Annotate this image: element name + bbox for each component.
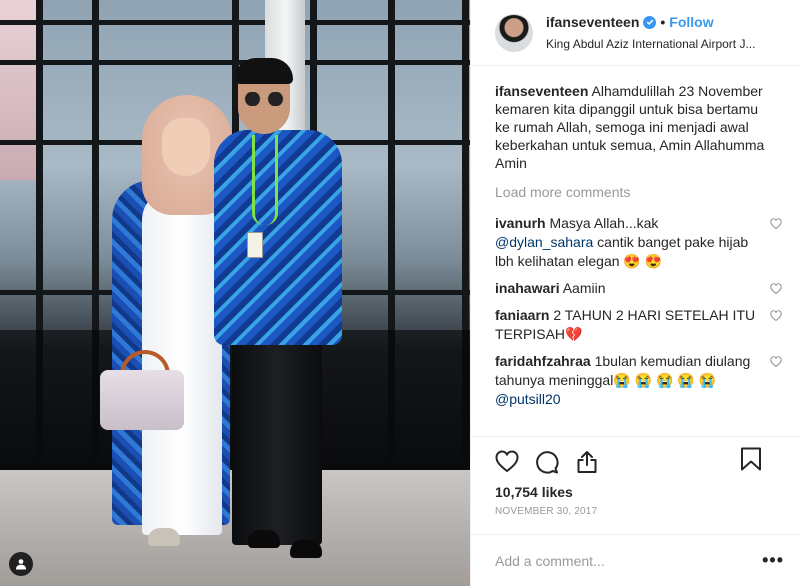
shoe	[290, 540, 322, 558]
like-count[interactable]: 10,754 likes	[471, 478, 800, 502]
verified-badge-icon	[643, 15, 657, 29]
comment-mention[interactable]: @dylan_sahara	[495, 234, 593, 250]
comment-item: faridahfzahraa 1bulan kemudian diulang t…	[495, 352, 784, 409]
man-figure	[214, 130, 342, 345]
comment-username[interactable]: ivanurh	[495, 215, 546, 231]
user-tag-icon	[16, 559, 26, 570]
separator-dot: •	[660, 14, 666, 30]
comment-item: faniaarn 2 TAHUN 2 HARI SETELAH ITU TERP…	[495, 306, 784, 344]
post-header: ifanseventeen • Follow King Abdul Aziz I…	[471, 0, 800, 66]
man-trousers	[232, 330, 322, 545]
shoe	[248, 530, 280, 548]
comments-list: ifanseventeen Alhamdulillah 23 November …	[471, 66, 800, 437]
header-row: ifanseventeen • Follow	[546, 12, 786, 32]
load-more-comments-button[interactable]: Load more comments	[495, 184, 784, 202]
shoe	[148, 528, 180, 546]
comment-username[interactable]: faridahfzahraa	[495, 353, 591, 369]
add-comment-input[interactable]	[495, 552, 763, 569]
more-options-icon[interactable]: •••	[762, 550, 784, 571]
post-sidebar: ifanseventeen • Follow King Abdul Aziz I…	[470, 0, 800, 586]
action-bar	[471, 436, 800, 478]
comment-username[interactable]: inahawari	[495, 280, 560, 296]
comment-mention[interactable]: @putsill20	[495, 391, 561, 407]
post-date: NOVEMBER 30, 2017	[495, 506, 598, 518]
comment-like-button[interactable]	[768, 282, 784, 298]
comment-icon	[536, 451, 559, 474]
share-icon	[577, 450, 597, 473]
heart-icon	[770, 355, 782, 367]
comment-like-button[interactable]	[768, 355, 784, 409]
woman-face	[162, 118, 210, 176]
comment-item: ivanurh Masya Allah...kak @dylan_sahara …	[495, 214, 784, 271]
like-button[interactable]	[495, 450, 519, 474]
location-link[interactable]: King Abdul Aziz International Airport J.…	[546, 37, 786, 51]
bookmark-icon	[741, 447, 761, 471]
man-hair	[235, 58, 293, 84]
comment-username[interactable]: faniaarn	[495, 307, 549, 323]
id-badge	[247, 232, 263, 258]
caption-username[interactable]: ifanseventeen	[495, 83, 588, 99]
handbag	[100, 370, 184, 430]
follow-button[interactable]: Follow	[669, 14, 713, 30]
caption: ifanseventeen Alhamdulillah 23 November …	[495, 82, 765, 172]
add-comment-bar: •••	[471, 534, 800, 586]
comment-like-button[interactable]	[768, 217, 784, 271]
heart-icon	[770, 282, 782, 294]
header-text: ifanseventeen • Follow King Abdul Aziz I…	[546, 12, 786, 51]
user-tag-button[interactable]	[9, 552, 33, 576]
comment-button[interactable]	[535, 450, 559, 474]
lanyard	[252, 135, 278, 225]
post-photo[interactable]	[0, 0, 470, 586]
comment-like-button[interactable]	[768, 309, 784, 344]
heart-icon	[495, 450, 519, 472]
comment-text: Masya Allah...kak	[549, 214, 659, 231]
comment-item: inahawari Aamiin	[495, 279, 784, 298]
instagram-post: ifanseventeen • Follow King Abdul Aziz I…	[0, 0, 800, 586]
avatar[interactable]	[495, 14, 533, 52]
window-frame	[0, 20, 470, 25]
username-link[interactable]: ifanseventeen	[546, 14, 639, 30]
share-button[interactable]	[575, 450, 599, 474]
window-frame	[0, 60, 470, 65]
sunglasses	[241, 92, 287, 106]
save-button[interactable]	[740, 447, 764, 471]
comment-text: Aamiin	[562, 279, 606, 296]
heart-icon	[770, 217, 782, 229]
heart-icon	[770, 309, 782, 321]
